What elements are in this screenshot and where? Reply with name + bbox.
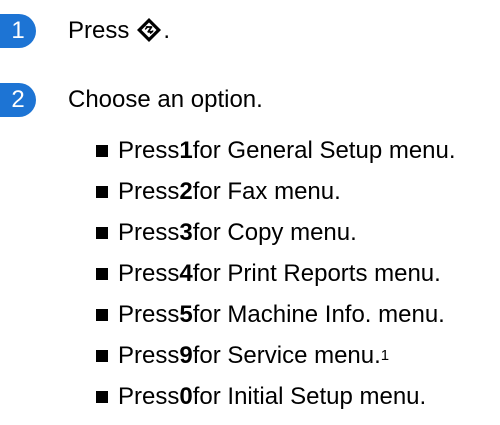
step-number: 1 <box>11 17 25 44</box>
instruction-page: 1 Press . 2 Choose an option. Press 1 fo… <box>0 0 500 425</box>
step-1-text: Press . <box>68 14 170 48</box>
square-bullet-icon <box>96 144 108 157</box>
option-key: 9 <box>179 341 193 369</box>
option-key: 4 <box>179 259 193 287</box>
step-1-label: Press <box>68 17 130 44</box>
option-text: for General Setup menu. <box>192 136 456 164</box>
list-item: Press 5 for Machine Info. menu. <box>96 294 456 335</box>
option-prefix: Press <box>118 341 180 369</box>
option-key: 0 <box>179 382 193 410</box>
step-number-badge: 1 <box>0 14 38 48</box>
option-prefix: Press <box>118 300 180 328</box>
step-2: 2 Choose an option. <box>0 83 263 117</box>
list-item: Press 1 for General Setup menu. <box>96 130 456 171</box>
option-prefix: Press <box>118 218 180 246</box>
option-text: for Print Reports menu. <box>192 259 441 287</box>
square-bullet-icon <box>96 390 108 403</box>
list-item: Press 4 for Print Reports menu. <box>96 253 456 294</box>
step-2-text: Choose an option. <box>68 86 263 113</box>
option-prefix: Press <box>118 177 180 205</box>
list-item: Press 2 for Fax menu. <box>96 171 456 212</box>
list-item: Press 0 for Initial Setup menu. <box>96 376 456 417</box>
option-key: 1 <box>179 136 193 164</box>
option-prefix: Press <box>118 382 180 410</box>
option-prefix: Press <box>118 136 180 164</box>
option-prefix: Press <box>118 259 180 287</box>
square-bullet-icon <box>96 349 108 362</box>
option-key: 3 <box>179 218 193 246</box>
option-text: for Machine Info. menu. <box>192 300 445 328</box>
step-number: 2 <box>11 86 25 113</box>
option-key: 5 <box>179 300 193 328</box>
step-number-badge: 2 <box>0 83 38 117</box>
list-item: Press 9 for Service menu. 1 <box>96 335 456 376</box>
square-bullet-icon <box>96 185 108 198</box>
square-bullet-icon <box>96 226 108 239</box>
option-text: for Initial Setup menu. <box>192 382 427 410</box>
option-text: for Fax menu. <box>192 177 341 205</box>
option-key: 2 <box>179 177 193 205</box>
menu-key-icon <box>137 18 162 42</box>
list-item: Press 3 for Copy menu. <box>96 212 456 253</box>
square-bullet-icon <box>96 308 108 321</box>
step-1: 1 Press . <box>0 14 170 48</box>
option-list: Press 1 for General Setup menu. Press 2 … <box>96 130 456 417</box>
square-bullet-icon <box>96 267 108 280</box>
option-text: for Copy menu. <box>192 218 357 246</box>
option-text: for Service menu. <box>192 341 381 369</box>
step-1-suffix: . <box>163 17 171 44</box>
